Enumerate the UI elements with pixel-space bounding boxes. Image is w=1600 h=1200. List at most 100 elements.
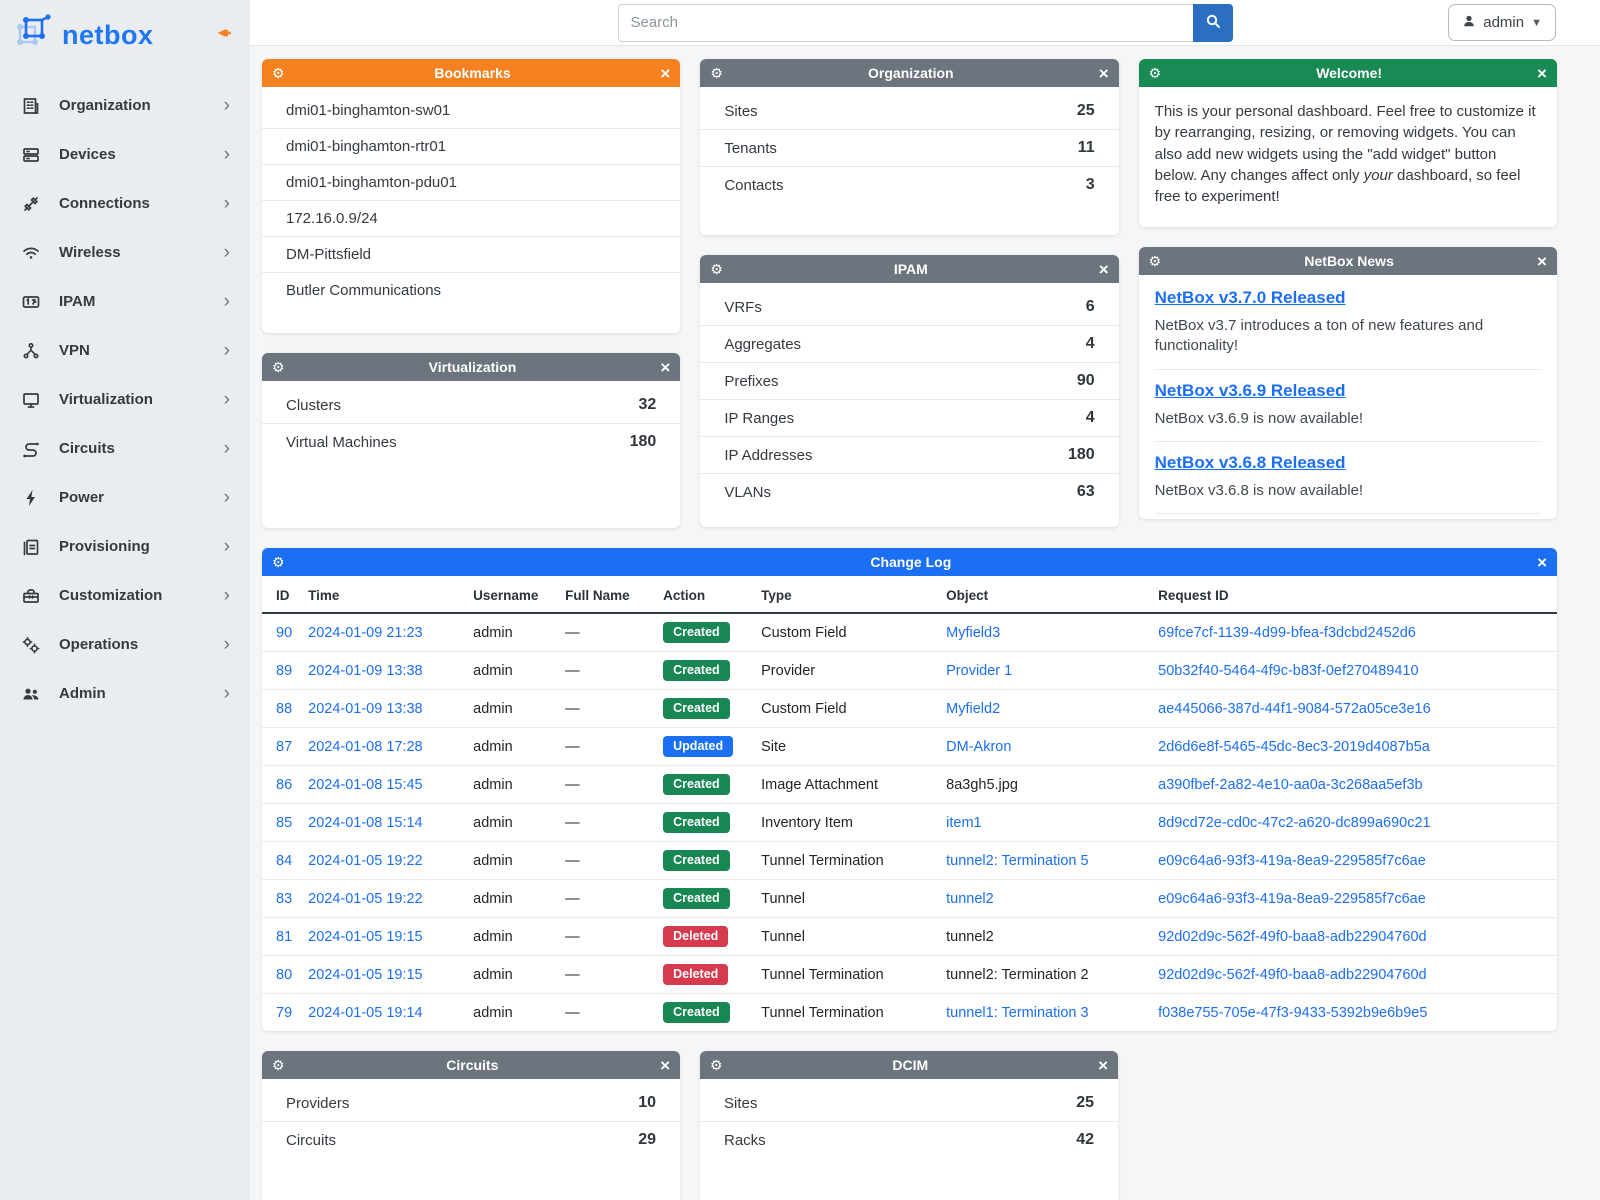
change-id-link[interactable]: 87 <box>276 739 292 755</box>
change-time-link[interactable]: 2024-01-05 19:22 <box>308 853 423 869</box>
request-id-link[interactable]: f038e755-705e-47f3-9433-5392b9e6b9e5 <box>1158 1005 1427 1021</box>
stat-row[interactable]: IP Addresses180 <box>700 436 1118 473</box>
stat-row[interactable]: Virtual Machines180 <box>262 423 680 460</box>
request-id-link[interactable]: 50b32f40-5464-4f9c-b83f-0ef270489410 <box>1158 663 1418 679</box>
change-time-link[interactable]: 2024-01-05 19:15 <box>308 967 423 983</box>
change-time-link[interactable]: 2024-01-08 15:14 <box>308 815 423 831</box>
change-object[interactable]: Myfield2 <box>946 701 1000 717</box>
news-link[interactable]: NetBox v3.6.8 Released <box>1155 453 1346 472</box>
change-object[interactable]: Provider 1 <box>946 663 1012 679</box>
gear-icon[interactable]: ⚙ <box>272 1058 285 1072</box>
change-object[interactable]: item1 <box>946 815 981 831</box>
change-time-link[interactable]: 2024-01-09 21:23 <box>308 625 423 641</box>
close-icon[interactable]: × <box>660 359 670 376</box>
sidebar-item-customization[interactable]: Customization › <box>0 571 250 620</box>
gear-icon[interactable]: ⚙ <box>710 66 723 80</box>
news-link[interactable]: NetBox v3.7.0 Released <box>1155 288 1346 307</box>
close-icon[interactable]: × <box>660 65 670 82</box>
change-time-link[interactable]: 2024-01-09 13:38 <box>308 663 423 679</box>
close-icon[interactable]: × <box>1537 253 1547 270</box>
change-object[interactable]: DM-Akron <box>946 739 1011 755</box>
bookmark-item[interactable]: dmi01-binghamton-rtr01 <box>262 128 680 164</box>
sidebar-item-provisioning[interactable]: Provisioning › <box>0 522 250 571</box>
close-icon[interactable]: × <box>660 1057 670 1074</box>
gear-icon[interactable]: ⚙ <box>1149 66 1162 80</box>
pin-icon[interactable] <box>216 25 232 46</box>
stat-row[interactable]: Prefixes90 <box>700 362 1118 399</box>
sidebar-item-connections[interactable]: Connections › <box>0 179 250 228</box>
stat-row[interactable]: Sites25 <box>700 93 1118 129</box>
sidebar-item-wireless[interactable]: Wireless › <box>0 228 250 277</box>
gear-icon[interactable]: ⚙ <box>272 555 285 569</box>
sidebar-item-admin[interactable]: Admin › <box>0 669 250 718</box>
bookmark-item[interactable]: dmi01-binghamton-sw01 <box>262 93 680 128</box>
change-id-link[interactable]: 80 <box>276 967 292 983</box>
change-object[interactable]: tunnel2 <box>946 891 994 907</box>
stat-row[interactable]: IP Ranges4 <box>700 399 1118 436</box>
news-link[interactable]: NetBox v3.6.9 Released <box>1155 381 1346 400</box>
stat-row[interactable]: VLANs63 <box>700 473 1118 510</box>
stat-row[interactable]: Tenants11 <box>700 129 1118 166</box>
request-id-link[interactable]: 92d02d9c-562f-49f0-baa8-adb22904760d <box>1158 929 1426 945</box>
stat-row[interactable]: Clusters32 <box>262 387 680 423</box>
close-icon[interactable]: × <box>1537 554 1547 571</box>
request-id-link[interactable]: 92d02d9c-562f-49f0-baa8-adb22904760d <box>1158 967 1426 983</box>
request-id-link[interactable]: 69fce7cf-1139-4d99-bfea-f3dcbd2452d6 <box>1158 625 1416 641</box>
search-button[interactable] <box>1193 4 1233 42</box>
sidebar-item-circuits[interactable]: Circuits › <box>0 424 250 473</box>
change-id-link[interactable]: 84 <box>276 853 292 869</box>
change-id-link[interactable]: 90 <box>276 625 292 641</box>
change-id-link[interactable]: 85 <box>276 815 292 831</box>
sidebar-item-vpn[interactable]: VPN › <box>0 326 250 375</box>
stat-row[interactable]: Circuits29 <box>262 1121 680 1158</box>
change-id-link[interactable]: 79 <box>276 1005 292 1021</box>
change-object[interactable]: tunnel1: Termination 3 <box>946 1005 1088 1021</box>
change-id-link[interactable]: 86 <box>276 777 292 793</box>
request-id-link[interactable]: e09c64a6-93f3-419a-8ea9-229585f7c6ae <box>1158 891 1426 907</box>
change-object[interactable]: tunnel2: Termination 5 <box>946 853 1088 869</box>
brand[interactable]: netbox <box>0 0 250 67</box>
request-id-link[interactable]: ae445066-387d-44f1-9084-572a05ce3e16 <box>1158 701 1431 717</box>
change-id-link[interactable]: 89 <box>276 663 292 679</box>
gear-icon[interactable]: ⚙ <box>710 1058 723 1072</box>
sidebar-item-power[interactable]: Power › <box>0 473 250 522</box>
request-id-link[interactable]: 2d6d6e8f-5465-45dc-8ec3-2019d4087b5a <box>1158 739 1430 755</box>
sidebar-item-operations[interactable]: Operations › <box>0 620 250 669</box>
change-id-link[interactable]: 81 <box>276 929 292 945</box>
sidebar-item-ipam[interactable]: IPAM › <box>0 277 250 326</box>
change-time-link[interactable]: 2024-01-05 19:14 <box>308 1005 423 1021</box>
stat-row[interactable]: Contacts3 <box>700 166 1118 203</box>
request-id-link[interactable]: 8d9cd72e-cd0c-47c2-a620-dc899a690c21 <box>1158 815 1430 831</box>
sidebar-item-organization[interactable]: Organization › <box>0 81 250 130</box>
user-menu-button[interactable]: admin ▼ <box>1448 4 1556 41</box>
change-time-link[interactable]: 2024-01-08 15:45 <box>308 777 423 793</box>
gear-icon[interactable]: ⚙ <box>272 66 285 80</box>
close-icon[interactable]: × <box>1099 65 1109 82</box>
bookmark-item[interactable]: DM-Pittsfield <box>262 236 680 272</box>
close-icon[interactable]: × <box>1537 65 1547 82</box>
sidebar-item-virtualization[interactable]: Virtualization › <box>0 375 250 424</box>
change-time-link[interactable]: 2024-01-05 19:22 <box>308 891 423 907</box>
stat-row[interactable]: Providers10 <box>262 1085 680 1121</box>
stat-row[interactable]: VRFs6 <box>700 289 1118 325</box>
change-time-link[interactable]: 2024-01-08 17:28 <box>308 739 423 755</box>
sidebar-item-devices[interactable]: Devices › <box>0 130 250 179</box>
request-id-link[interactable]: a390fbef-2a82-4e10-aa0a-3c268aa5ef3b <box>1158 777 1422 793</box>
stat-row[interactable]: Racks42 <box>700 1121 1118 1158</box>
change-object[interactable]: Myfield3 <box>946 625 1000 641</box>
close-icon[interactable]: × <box>1099 261 1109 278</box>
gear-icon[interactable]: ⚙ <box>272 360 285 374</box>
change-id-link[interactable]: 88 <box>276 701 292 717</box>
bookmark-item[interactable]: Butler Communications <box>262 272 680 308</box>
search-input[interactable] <box>618 4 1193 42</box>
change-time-link[interactable]: 2024-01-09 13:38 <box>308 701 423 717</box>
gear-icon[interactable]: ⚙ <box>1149 254 1162 268</box>
stat-row[interactable]: Sites25 <box>700 1085 1118 1121</box>
gear-icon[interactable]: ⚙ <box>710 262 723 276</box>
close-icon[interactable]: × <box>1098 1057 1108 1074</box>
stat-row[interactable]: Aggregates4 <box>700 325 1118 362</box>
bookmark-item[interactable]: 172.16.0.9/24 <box>262 200 680 236</box>
request-id-link[interactable]: e09c64a6-93f3-419a-8ea9-229585f7c6ae <box>1158 853 1426 869</box>
bookmark-item[interactable]: dmi01-binghamton-pdu01 <box>262 164 680 200</box>
change-id-link[interactable]: 83 <box>276 891 292 907</box>
